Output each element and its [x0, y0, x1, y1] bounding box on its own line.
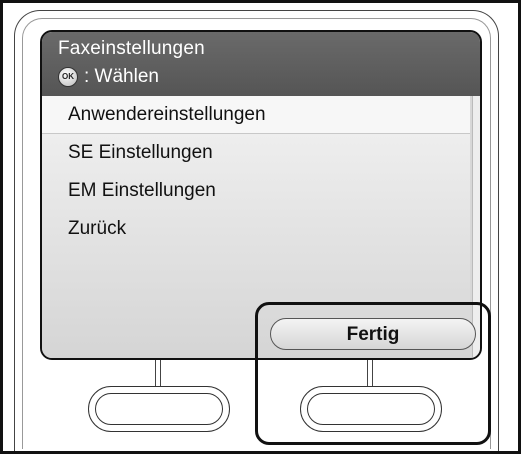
menu-item-label: SE Einstellungen	[68, 142, 213, 163]
title-bar: Faxeinstellungen OK : Wählen	[42, 32, 480, 96]
menu-item-em-einstellungen[interactable]: EM Einstellungen	[42, 172, 470, 210]
menu-item-label: Anwendereinstellungen	[68, 104, 266, 125]
left-hardware-button[interactable]	[88, 386, 230, 432]
menu-item-label: Zurück	[68, 218, 127, 239]
ok-icon: OK	[58, 67, 78, 87]
menu-item-zurueck[interactable]: Zurück	[42, 210, 470, 248]
select-hint: OK : Wählen	[58, 66, 159, 88]
right-hardware-button[interactable]	[300, 386, 442, 432]
screen-title: Faxeinstellungen	[58, 38, 205, 59]
menu-item-anwendereinstellungen[interactable]: Anwendereinstellungen	[42, 96, 470, 134]
left-button-stem	[155, 360, 161, 386]
left-hardware-button-inner	[95, 393, 223, 425]
select-hint-text: : Wählen	[84, 66, 159, 87]
menu-item-label: EM Einstellungen	[68, 180, 216, 201]
right-button-stem	[367, 360, 373, 386]
menu-item-se-einstellungen[interactable]: SE Einstellungen	[42, 134, 470, 172]
right-hardware-button-inner	[307, 393, 435, 425]
